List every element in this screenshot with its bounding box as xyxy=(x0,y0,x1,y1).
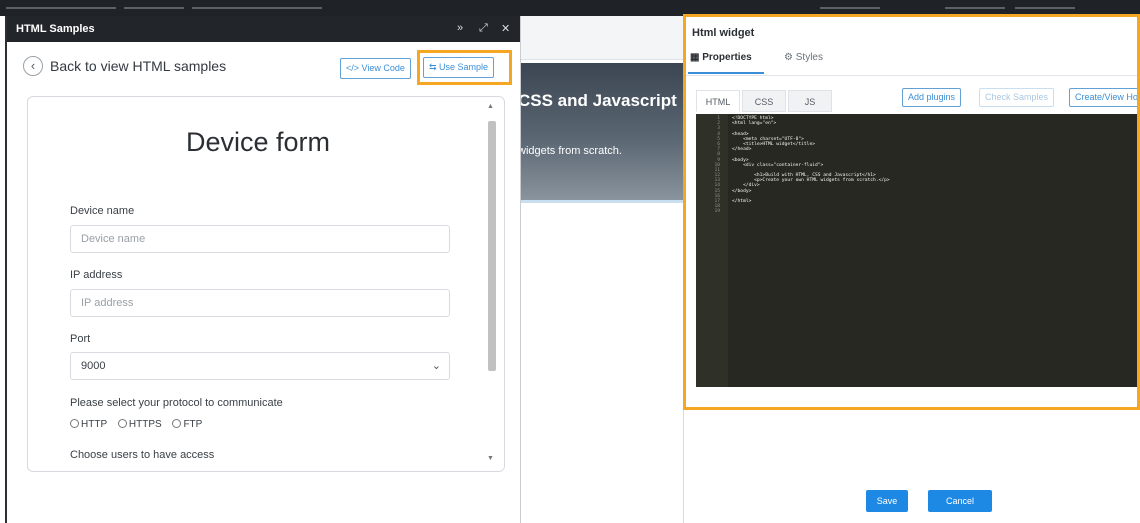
port-label: Port xyxy=(70,333,91,345)
widget-highlight xyxy=(683,14,1140,410)
cancel-button[interactable]: Cancel xyxy=(928,490,992,512)
top-bar-segment xyxy=(124,7,184,9)
background-page: CSS and Javascript widgets from scratch. xyxy=(520,16,690,523)
top-bar-segment xyxy=(820,7,880,9)
radio-circle-icon xyxy=(172,419,182,428)
samples-title: HTML Samples xyxy=(16,23,95,35)
view-code-button[interactable]: </> View Code xyxy=(340,58,411,79)
scroll-up-icon[interactable]: ▲ xyxy=(487,103,494,110)
back-link[interactable]: Back to view HTML samples xyxy=(50,58,226,74)
radio-circle-icon xyxy=(117,419,127,428)
port-select[interactable]: 9000 ⌄ xyxy=(70,352,450,380)
ip-address-label: IP address xyxy=(70,269,123,281)
radio-https[interactable]: HTTPS xyxy=(117,419,162,430)
protocol-radio-group: HTTP HTTPS FTP xyxy=(70,419,210,430)
save-button[interactable]: Save xyxy=(866,490,908,512)
expand-icon[interactable]: ⤢ xyxy=(479,22,488,35)
device-form-preview: Device form Device name Device name IP a… xyxy=(27,96,505,472)
scroll-down-icon[interactable]: ▼ xyxy=(487,455,494,462)
html-samples-panel: HTML Samples » ⤢ ✕ ‹ Back to view HTML s… xyxy=(5,16,521,523)
ip-address-input[interactable]: IP address xyxy=(70,289,450,317)
top-bar-segment xyxy=(1015,7,1075,9)
collapse-icon[interactable]: » xyxy=(457,22,463,34)
device-name-label: Device name xyxy=(70,205,135,217)
radio-label: FTP xyxy=(183,419,203,430)
radio-ftp[interactable]: FTP xyxy=(172,419,202,430)
top-bar-segment xyxy=(945,7,1005,9)
hero-title: CSS and Javascript xyxy=(520,91,677,110)
hero-subtitle: widgets from scratch. xyxy=(520,145,622,157)
top-bar-segment xyxy=(6,7,116,9)
back-arrow-icon[interactable]: ‹ xyxy=(23,56,43,76)
form-scrollbar[interactable]: ▲ ▼ xyxy=(485,101,497,467)
back-row: ‹ Back to view HTML samples </> View Cod… xyxy=(7,42,520,94)
protocol-label: Please select your protocol to communica… xyxy=(70,397,283,409)
device-name-input[interactable]: Device name xyxy=(70,225,450,253)
use-sample-button[interactable]: ⇆ Use Sample xyxy=(423,57,495,78)
samples-header: HTML Samples » ⤢ ✕ xyxy=(7,16,520,42)
radio-label: HTTPS xyxy=(128,419,162,430)
scrollbar-thumb[interactable] xyxy=(488,121,496,371)
radio-http[interactable]: HTTP xyxy=(70,419,107,430)
chevron-down-icon: ⌄ xyxy=(431,360,441,372)
top-bar-segment xyxy=(192,7,322,9)
close-icon[interactable]: ✕ xyxy=(501,22,510,35)
port-value: 9000 xyxy=(81,360,106,372)
background-topbar xyxy=(520,16,690,60)
form-title: Device form xyxy=(185,127,331,157)
background-hero: CSS and Javascript widgets from scratch. xyxy=(520,63,690,203)
radio-circle-icon xyxy=(70,419,79,428)
radio-label: HTTP xyxy=(81,419,108,430)
users-access-label: Choose users to have access xyxy=(70,449,215,461)
